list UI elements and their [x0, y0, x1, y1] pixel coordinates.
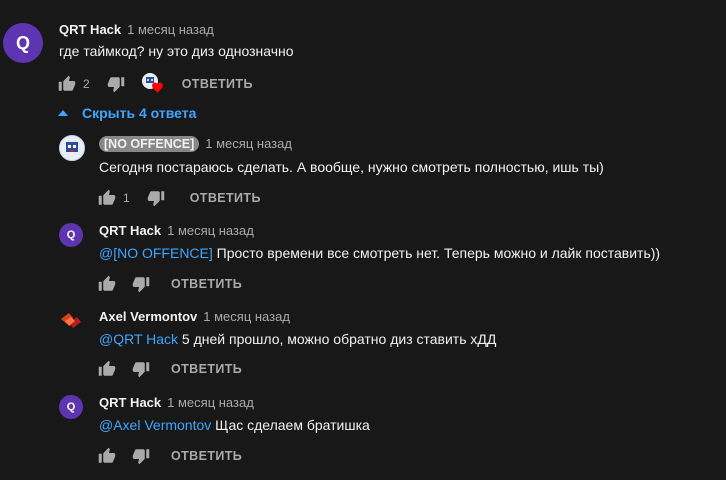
avatar[interactable] [59, 135, 85, 161]
reply-button[interactable]: ОТВЕТИТЬ [171, 449, 242, 463]
author-name[interactable]: QRT Hack [99, 223, 161, 238]
comment-text: @[NO OFFENCE] Просто времени все смотрет… [99, 245, 660, 261]
author-name[interactable]: QRT Hack [59, 22, 121, 37]
thumb-up-icon[interactable] [97, 359, 117, 379]
creator-heart [141, 73, 166, 98]
timestamp[interactable]: 1 месяц назад [127, 22, 214, 37]
hide-replies-label: Скрыть 4 ответа [82, 105, 197, 121]
comment-text: @Axel Vermontov Щас сделаем братишка [99, 417, 370, 433]
timestamp[interactable]: 1 месяц назад [167, 395, 254, 410]
thumb-down-icon[interactable] [131, 359, 151, 379]
heart-icon [151, 80, 164, 98]
reply-button[interactable]: ОТВЕТИТЬ [171, 362, 242, 376]
avatar[interactable]: Q [59, 223, 83, 247]
thumb-up-icon[interactable] [97, 274, 117, 294]
comment-text: где таймкод? ну это диз однозначно [59, 43, 294, 59]
author-name[interactable]: QRT Hack [99, 395, 161, 410]
avatar[interactable]: Q [59, 395, 83, 419]
like-count: 1 [123, 191, 130, 205]
reply-button[interactable]: ОТВЕТИТЬ [171, 277, 242, 291]
hide-replies-button[interactable]: Скрыть 4 ответа [58, 105, 196, 121]
comment-text: Сегодня постараюсь сделать. А вообще, ну… [99, 159, 604, 175]
timestamp[interactable]: 1 месяц назад [203, 309, 290, 324]
chevron-up-icon [58, 110, 68, 116]
avatar-letter: Q [15, 32, 30, 53]
avatar-letter: Q [66, 229, 76, 241]
thumb-up-icon[interactable] [97, 188, 117, 208]
avatar[interactable]: Q [3, 23, 43, 63]
comment-body: 5 дней прошло, можно обратно диз ставить… [178, 331, 497, 347]
thumb-down-icon[interactable] [131, 274, 151, 294]
mention-link[interactable]: @[NO OFFENCE] [99, 245, 213, 261]
comment-text: @QRT Hack 5 дней прошло, можно обратно д… [99, 331, 496, 347]
comment-body: Щас сделаем братишка [211, 417, 370, 433]
thumb-up-icon[interactable] [97, 446, 117, 466]
thumb-down-icon[interactable] [131, 446, 151, 466]
author-name[interactable]: [NO OFFENCE] [99, 136, 200, 152]
timestamp[interactable]: 1 месяц назад [167, 223, 254, 238]
avatar-letter: Q [66, 401, 76, 413]
author-name[interactable]: Axel Vermontov [99, 309, 197, 324]
timestamp[interactable]: 1 месяц назад [205, 136, 292, 151]
comment-body: Просто времени все смотреть нет. Теперь … [212, 245, 661, 261]
thumb-down-icon[interactable] [146, 188, 166, 208]
mention-link[interactable]: @QRT Hack [99, 331, 178, 347]
reply-button[interactable]: ОТВЕТИТЬ [190, 191, 261, 205]
like-count: 2 [83, 77, 90, 91]
thumb-down-icon[interactable] [106, 74, 126, 94]
mention-link[interactable]: @Axel Vermontov [99, 417, 211, 433]
avatar[interactable] [59, 309, 83, 333]
reply-button[interactable]: ОТВЕТИТЬ [182, 77, 253, 91]
thumb-up-icon[interactable] [57, 74, 77, 94]
